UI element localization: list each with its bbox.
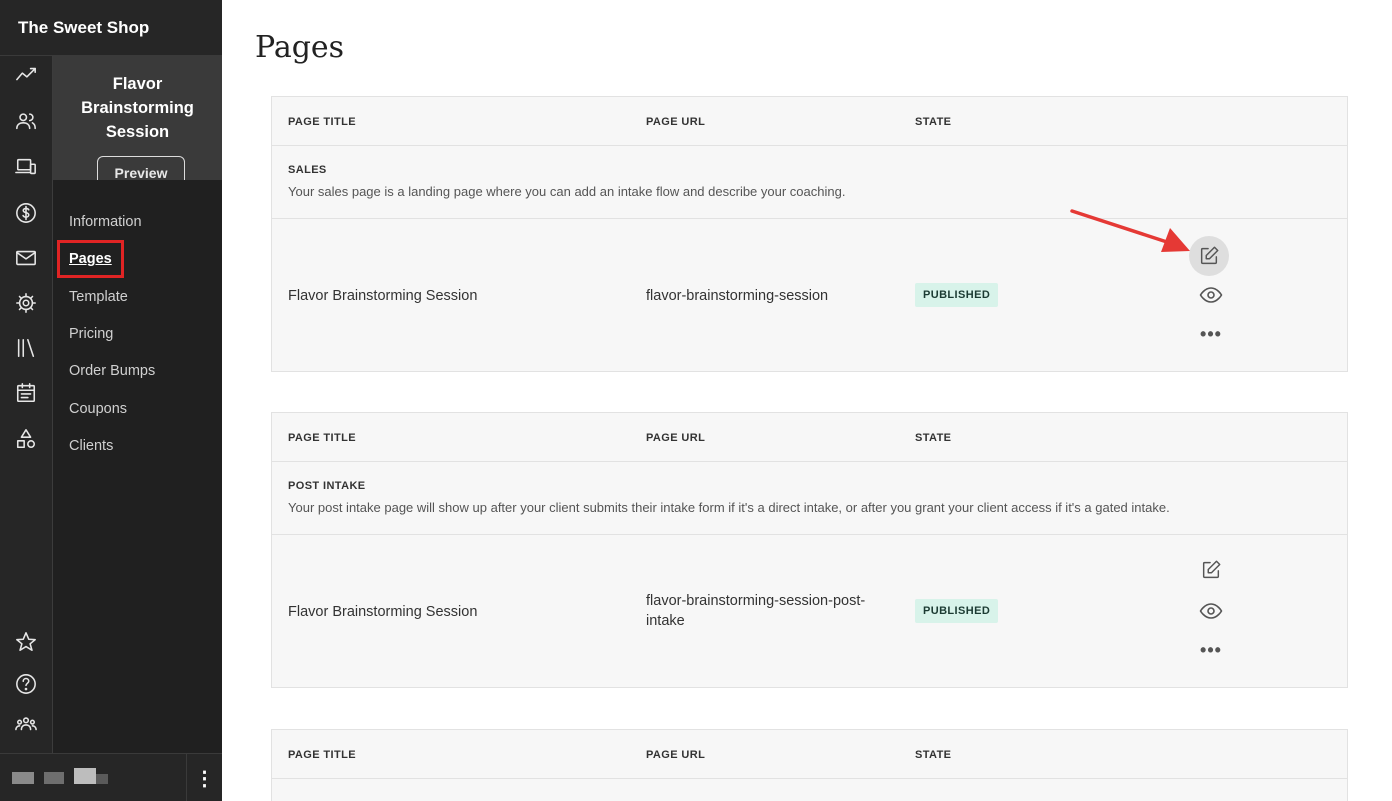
section-description: Your sales page is a landing page where … (288, 184, 846, 199)
column-state: STATE (915, 116, 952, 128)
more-vertical-icon[interactable]: ⋮ (186, 754, 222, 801)
page-title-cell: Flavor Brainstorming Session (288, 288, 478, 304)
library-icon[interactable] (13, 335, 39, 361)
view-icon[interactable] (1196, 280, 1226, 310)
nav-item-clients[interactable]: Clients (69, 438, 113, 454)
status-badge: PUBLISHED (915, 283, 999, 307)
table-header: PAGE TITLE PAGE URL STATE (272, 97, 1347, 146)
post-intake-panel: PAGE TITLE PAGE URL STATE POST INTAKE Yo… (271, 412, 1348, 688)
section-name: POST INTAKE (288, 480, 366, 492)
people-icon[interactable] (13, 108, 39, 134)
nav-item-order-bumps[interactable]: Order Bumps (69, 363, 155, 379)
settings-icon[interactable] (13, 290, 39, 316)
page-title: Pages (255, 30, 345, 65)
section-header: POST INTAKE Your post intake page will s… (272, 462, 1347, 535)
shapes-icon[interactable] (13, 426, 39, 452)
brand-title[interactable]: The Sweet Shop (0, 0, 222, 56)
star-icon[interactable] (13, 629, 39, 655)
preview-button[interactable]: Preview (97, 156, 185, 180)
column-state: STATE (915, 749, 952, 761)
help-icon[interactable] (13, 671, 39, 697)
nav-item-template[interactable]: Template (69, 289, 128, 305)
page-url-cell: flavor-brainstorming-session (646, 288, 829, 304)
section-name: SALES (288, 164, 327, 176)
status-badge: PUBLISHED (915, 599, 999, 623)
view-icon[interactable] (1196, 596, 1226, 626)
dollar-icon[interactable] (13, 200, 39, 226)
edit-icon[interactable] (1196, 555, 1226, 585)
nav-item-coupons[interactable]: Coupons (69, 401, 127, 417)
course-sidebar: Flavor Brainstorming Session Preview Inf… (53, 56, 222, 753)
course-card: Flavor Brainstorming Session Preview (53, 56, 222, 180)
column-page-url: PAGE URL (646, 432, 706, 444)
more-horizontal-icon[interactable]: ••• (1196, 635, 1226, 665)
checkout-panel: PAGE TITLE PAGE URL STATE (271, 729, 1348, 801)
column-state: STATE (915, 432, 952, 444)
mail-icon[interactable] (13, 245, 39, 271)
column-page-url: PAGE URL (646, 749, 706, 761)
nav-item-pricing[interactable]: Pricing (69, 326, 113, 342)
more-horizontal-icon[interactable]: ••• (1196, 319, 1226, 349)
course-title: Flavor Brainstorming Session (81, 75, 194, 141)
community-icon[interactable] (13, 711, 39, 737)
annotation-arrow (1070, 209, 1190, 252)
calendar-icon[interactable] (13, 380, 39, 406)
activity-icon[interactable] (13, 62, 39, 88)
devices-icon[interactable] (13, 154, 39, 180)
table-header: PAGE TITLE PAGE URL STATE (272, 413, 1347, 462)
column-page-url: PAGE URL (646, 116, 706, 128)
page-url-line: flavor-brainstorming-session-post- (646, 593, 866, 609)
page-url-line: intake (646, 613, 685, 629)
table-row: Flavor Brainstorming Session flavor-brai… (272, 535, 1347, 687)
nav-item-information[interactable]: Information (69, 214, 142, 230)
column-page-title: PAGE TITLE (288, 116, 356, 128)
page-title-cell: Flavor Brainstorming Session (288, 604, 478, 620)
highlight-box (57, 240, 124, 278)
user-bar: ⋮ (0, 753, 222, 801)
column-page-title: PAGE TITLE (288, 432, 356, 444)
column-page-title: PAGE TITLE (288, 749, 356, 761)
table-header: PAGE TITLE PAGE URL STATE (272, 730, 1347, 779)
section-description: Your post intake page will show up after… (288, 500, 1170, 515)
icon-rail (0, 56, 53, 801)
page-url-cell: flavor-brainstorming-session-post- intak… (646, 593, 865, 629)
